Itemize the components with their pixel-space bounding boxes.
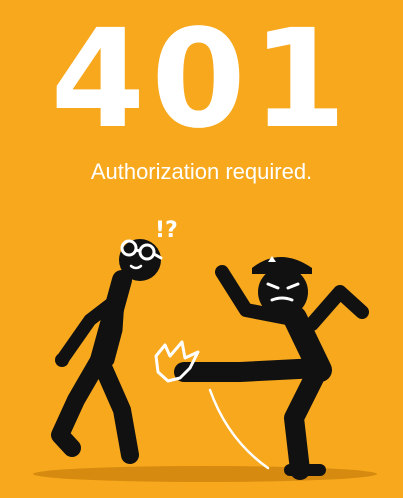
old-man-figure-icon: [51, 239, 163, 464]
kick-swing-trail: [208, 388, 270, 470]
surprise-exclamation: !?: [155, 218, 178, 243]
kick-illustration: [33, 239, 377, 482]
police-officer-figure-icon: [174, 256, 369, 480]
error-page: 401 Authorization required. !?: [0, 0, 403, 498]
